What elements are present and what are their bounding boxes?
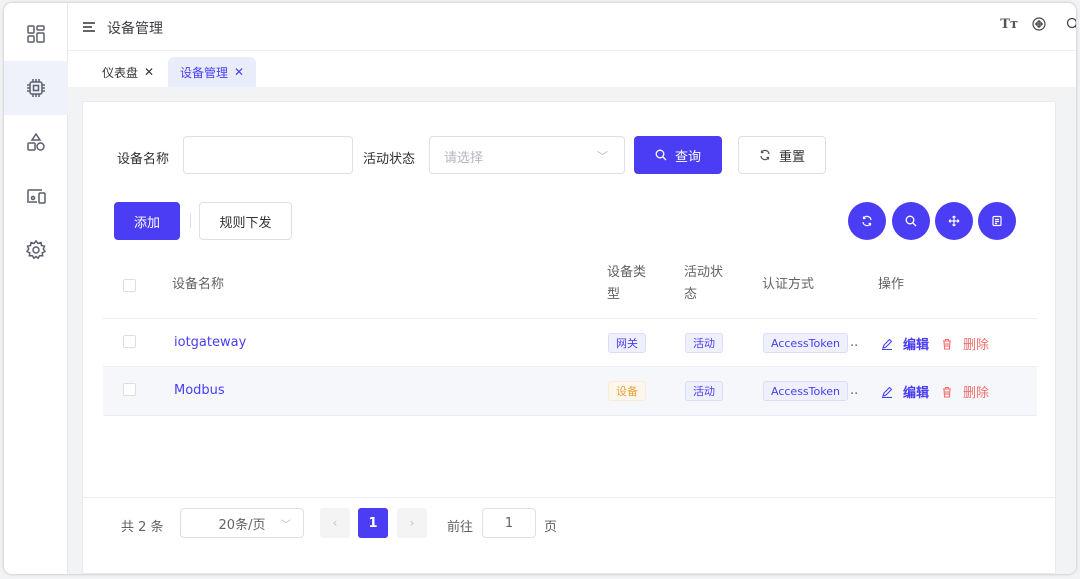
goto-suffix: 页 xyxy=(544,520,558,535)
sidebar-item-dashboard[interactable] xyxy=(4,7,68,61)
device-type-tag: 设备 xyxy=(608,381,646,401)
breadcrumb: 设备管理 xyxy=(107,21,163,37)
toolbar-divider xyxy=(190,214,191,228)
delete-label: 删除 xyxy=(963,386,990,401)
reset-label: 重置 xyxy=(778,149,805,165)
delete-label: 删除 xyxy=(963,338,990,353)
trash-icon xyxy=(943,386,951,398)
main-content: 设备名称 活动状态 请选择 ﹀ 查询 重置 添加 规则下发 设备名称 设备类 型… xyxy=(68,87,1076,574)
edit-label: 编辑 xyxy=(903,338,930,353)
status-select[interactable]: 请选择 ﹀ xyxy=(429,136,625,174)
sidebar-item-settings[interactable] xyxy=(4,223,68,277)
status-tag: 活动 xyxy=(685,381,723,401)
device-type-tag: 网关 xyxy=(608,333,646,353)
sidebar-item-products[interactable] xyxy=(4,115,68,169)
export-icon[interactable] xyxy=(978,202,1016,240)
delete-button[interactable]: 删除 xyxy=(941,334,989,353)
add-button[interactable]: 添加 xyxy=(114,202,180,240)
edit-label: 编辑 xyxy=(903,386,930,401)
reset-button[interactable]: 重置 xyxy=(738,136,826,174)
sidebar xyxy=(4,3,68,574)
search-icon xyxy=(655,149,667,161)
tab-label: 仪表盘 xyxy=(102,65,139,80)
device-name-input[interactable] xyxy=(183,136,353,174)
sidebar-item-terminals[interactable] xyxy=(4,169,68,223)
status-tag: 活动 xyxy=(685,333,723,353)
device-card: 设备名称 活动状态 请选择 ﹀ 查询 重置 添加 规则下发 设备名称 设备类 型… xyxy=(82,101,1057,574)
prev-page-button[interactable]: ‹ xyxy=(320,508,350,538)
search-icon[interactable] xyxy=(892,202,930,240)
header-status-2: 态 xyxy=(684,287,698,302)
edit-button[interactable]: 编辑 xyxy=(881,382,929,401)
app-window: 设备管理 Tт 仪表盘 ✕ 设备管理 ✕ 设备名称 活动状态 请选择 ﹀ 查询 … xyxy=(4,3,1076,574)
device-name-link[interactable]: Modbus xyxy=(174,383,225,398)
device-name-link[interactable]: iotgateway xyxy=(174,335,246,350)
header-ops: 操作 xyxy=(878,277,905,292)
page-number-current[interactable]: 1 xyxy=(358,508,388,538)
device-name-label: 设备名称 xyxy=(117,152,170,167)
tab-device-management[interactable]: 设备管理 ✕ xyxy=(168,57,257,87)
close-icon[interactable]: ✕ xyxy=(144,65,154,79)
font-size-icon[interactable]: Tт xyxy=(1000,17,1018,32)
header-device-type-1: 设备类 xyxy=(607,265,647,280)
trash-icon xyxy=(943,338,951,350)
auth-tag: AccessToken xyxy=(763,381,848,401)
close-icon[interactable]: ✕ xyxy=(234,65,244,79)
query-label: 查询 xyxy=(674,149,701,165)
more-ellipsis: .. xyxy=(850,383,859,398)
row-divider xyxy=(103,415,1037,416)
delete-button[interactable]: 删除 xyxy=(941,382,989,401)
header-device-name: 设备名称 xyxy=(172,277,225,292)
header-device-type-2: 型 xyxy=(607,287,621,302)
next-page-button[interactable]: › xyxy=(397,508,427,538)
tab-bar: 仪表盘 ✕ 设备管理 ✕ xyxy=(68,51,1076,87)
rules-label: 规则下发 xyxy=(219,215,272,231)
edit-icon xyxy=(882,386,893,398)
select-all-checkbox[interactable] xyxy=(123,279,136,292)
header-divider xyxy=(103,318,1037,319)
search-icon[interactable] xyxy=(1066,17,1076,35)
chip-icon xyxy=(27,79,45,97)
devices-icon xyxy=(27,189,46,204)
tab-label: 设备管理 xyxy=(180,65,229,80)
add-label: 添加 xyxy=(133,215,160,231)
query-button[interactable]: 查询 xyxy=(634,136,722,174)
table-row: Modbus 设备 活动 AccessToken .. 编辑 删除 xyxy=(103,367,1037,415)
header-auth: 认证方式 xyxy=(762,277,815,292)
sidebar-item-devices[interactable] xyxy=(4,61,68,115)
target-icon[interactable] xyxy=(1032,17,1046,35)
goto-page-value: 1 xyxy=(504,515,514,531)
tab-dashboard[interactable]: 仪表盘 ✕ xyxy=(90,57,166,87)
page-size-label: 20条/页 xyxy=(218,517,266,533)
status-placeholder: 请选择 xyxy=(444,151,484,166)
status-label: 活动状态 xyxy=(363,152,416,167)
more-ellipsis: .. xyxy=(850,335,859,350)
gear-icon xyxy=(25,239,47,260)
total-count: 共 2 条 xyxy=(121,520,164,535)
refresh-icon xyxy=(760,149,770,161)
page-size-select[interactable]: 20条/页 ﹀ xyxy=(180,508,304,538)
dashboard-icon xyxy=(27,25,45,43)
auth-tag: AccessToken xyxy=(763,333,848,353)
rules-dispatch-button[interactable]: 规则下发 xyxy=(199,202,292,240)
refresh-icon[interactable] xyxy=(848,202,886,240)
move-icon[interactable] xyxy=(935,202,973,240)
chevron-down-icon: ﹀ xyxy=(597,150,608,163)
menu-fold-icon[interactable] xyxy=(82,20,96,34)
chevron-down-icon: ﹀ xyxy=(281,519,291,531)
edit-button[interactable]: 编辑 xyxy=(881,334,929,353)
header-status-1: 活动状 xyxy=(684,265,724,280)
row-checkbox[interactable] xyxy=(123,335,136,348)
goto-prefix: 前往 xyxy=(447,520,474,535)
row-checkbox[interactable] xyxy=(123,383,136,396)
shapes-icon xyxy=(27,132,45,151)
pagination-divider xyxy=(83,497,1057,498)
edit-icon xyxy=(882,338,893,350)
goto-page-input[interactable]: 1 xyxy=(482,508,536,538)
top-bar: 设备管理 Tт xyxy=(68,3,1076,51)
